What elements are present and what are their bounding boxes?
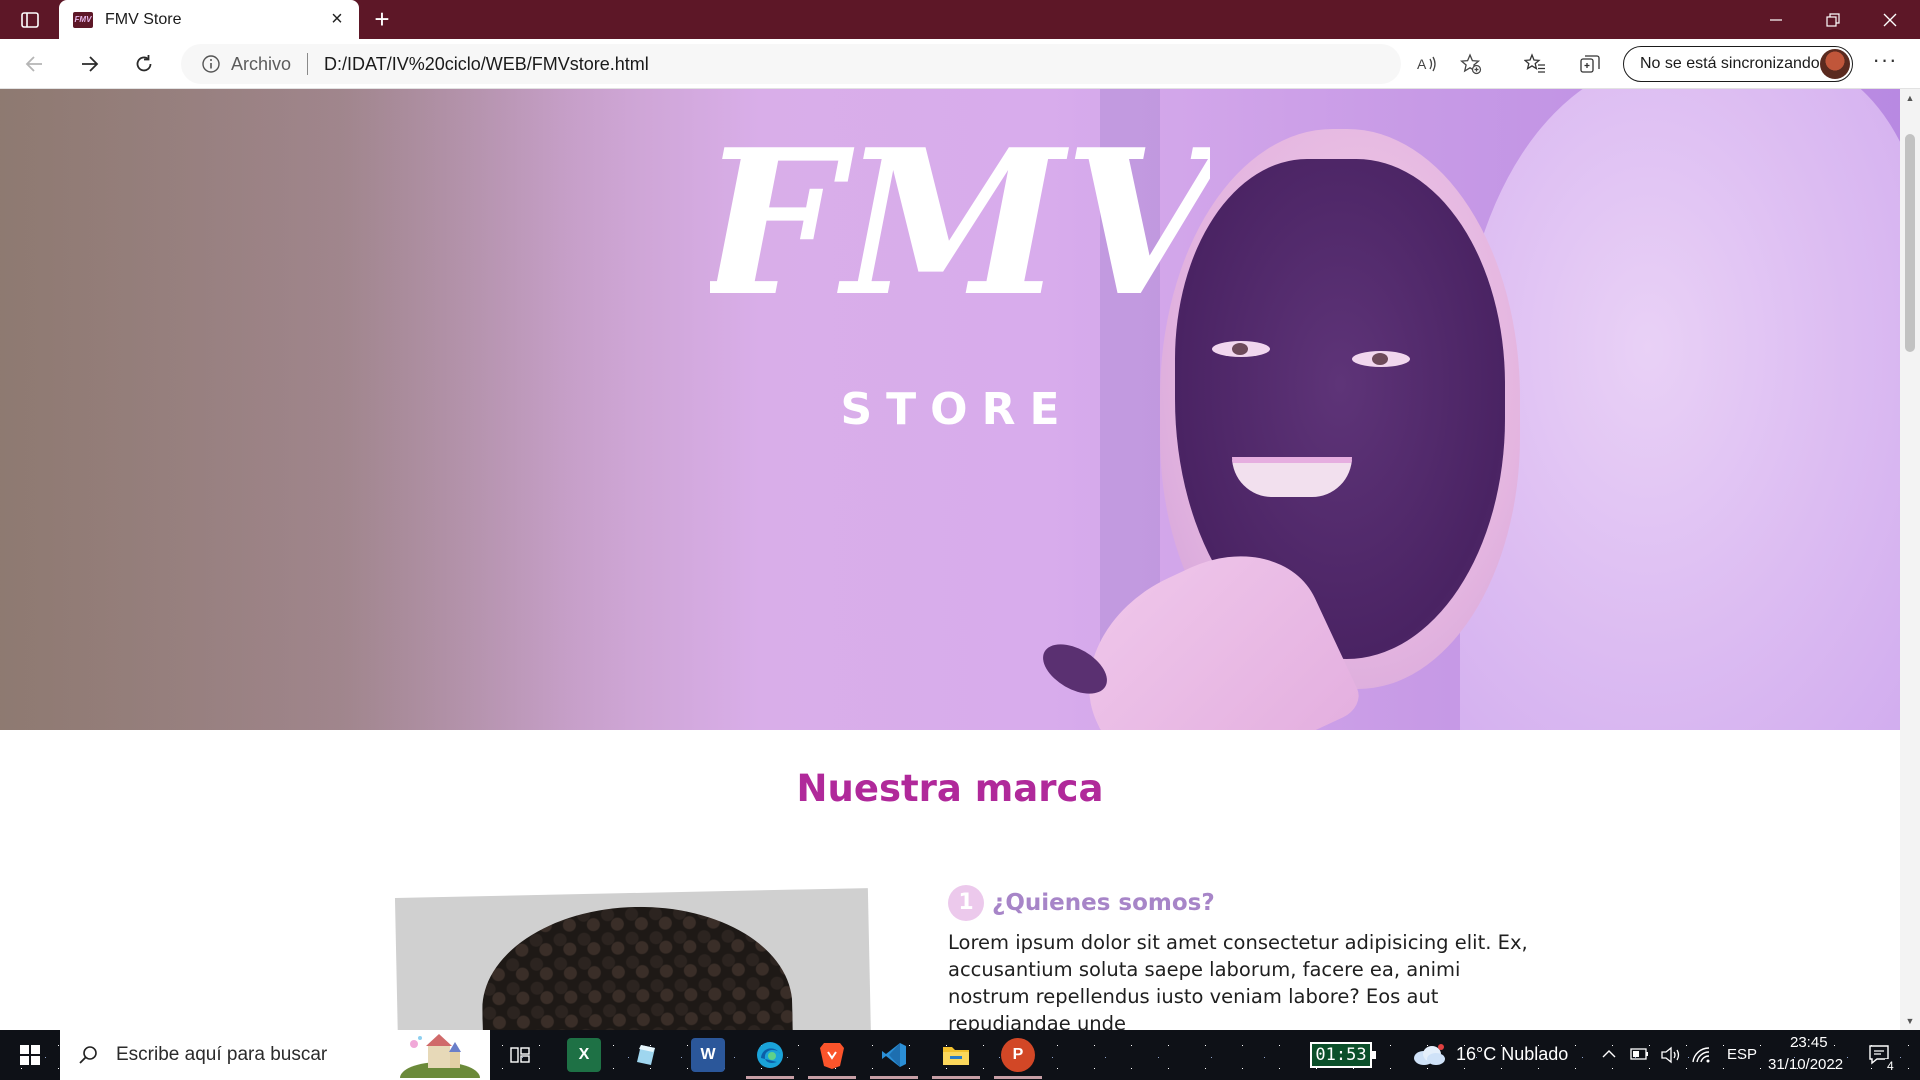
hero-eye-left	[1212, 341, 1270, 357]
volume-icon[interactable]	[1660, 1045, 1682, 1065]
browser-tab[interactable]: FMV FMV Store ×	[59, 0, 359, 39]
clock-time[interactable]: 23:45	[1790, 1034, 1828, 1051]
hero-banner: FMV STORE	[0, 89, 1900, 730]
more-options-icon[interactable]: ···	[1870, 49, 1900, 79]
back-button[interactable]	[18, 48, 52, 80]
restore-button[interactable]	[1805, 0, 1861, 39]
edge-icon[interactable]	[746, 1038, 794, 1079]
cloud-icon[interactable]	[1412, 1044, 1446, 1066]
address-url[interactable]: D:/IDAT/IV%20ciclo/WEB/FMVstore.html	[324, 54, 649, 75]
add-favorite-icon[interactable]	[1460, 53, 1482, 75]
browser-toolbar: Archivo D:/IDAT/IV%20ciclo/WEB/FMVstore.…	[0, 39, 1920, 89]
read-aloud-icon[interactable]: A	[1416, 53, 1438, 75]
forward-button[interactable]	[72, 48, 106, 80]
profile-sync-label: No se está sincronizando	[1640, 55, 1820, 72]
excel-icon[interactable]: X	[567, 1038, 601, 1072]
search-highlight-castle-icon	[400, 1034, 480, 1078]
browser-titlebar: FMV FMV Store × +	[0, 0, 1920, 39]
page-scrollbar[interactable]: ▲ ▼	[1900, 89, 1920, 1030]
close-window-button[interactable]	[1862, 0, 1918, 39]
search-icon	[79, 1046, 97, 1064]
step-heading: ¿Quienes somos?	[992, 890, 1215, 916]
powerpoint-icon[interactable]: P	[994, 1038, 1042, 1079]
chevron-up-icon[interactable]	[1601, 1047, 1617, 1061]
word-icon[interactable]: W	[691, 1038, 725, 1072]
about-photo-person	[480, 903, 795, 1030]
scroll-up-icon[interactable]: ▲	[1905, 93, 1915, 103]
step-number-badge: 1	[948, 885, 984, 921]
about-paragraph: Lorem ipsum dolor sit amet consectetur a…	[948, 931, 1528, 1030]
scrollbar-thumb[interactable]	[1905, 134, 1915, 352]
brave-icon[interactable]	[808, 1038, 856, 1079]
battery-timer[interactable]: 01:53	[1310, 1042, 1376, 1068]
favicon-icon: FMV	[73, 11, 93, 28]
svg-text:A: A	[1417, 56, 1427, 72]
start-button[interactable]	[0, 1030, 60, 1080]
task-view-icon[interactable]	[503, 1038, 537, 1072]
section-title: Nuestra marca	[796, 767, 1104, 810]
new-tab-button[interactable]: +	[368, 6, 396, 34]
clock-date[interactable]: 31/10/2022	[1768, 1056, 1843, 1073]
search-placeholder: Escribe aquí para buscar	[116, 1044, 328, 1065]
page-viewport: FMV STORE Nuestra marca 1 ¿Quienes somos…	[0, 89, 1900, 1030]
language-indicator[interactable]: ESP	[1727, 1046, 1757, 1063]
windows-taskbar: Escribe aquí para buscar X W P 01:53 16°…	[0, 1030, 1920, 1080]
hero-subtitle: STORE	[840, 384, 1074, 435]
about-step: 1 ¿Quienes somos?	[948, 885, 1215, 921]
close-tab-icon[interactable]: ×	[327, 8, 347, 30]
favorites-icon[interactable]	[1522, 51, 1548, 77]
minimize-button[interactable]	[1748, 0, 1804, 39]
notification-count: 4	[1885, 1059, 1896, 1073]
about-photo	[394, 888, 873, 1030]
tab-actions-icon[interactable]	[14, 8, 46, 32]
battery-icon[interactable]	[1630, 1046, 1650, 1062]
scroll-down-icon[interactable]: ▼	[1905, 1016, 1915, 1026]
tab-title: FMV Store	[105, 10, 182, 28]
logo-text: FMV	[710, 111, 1210, 311]
wifi-icon[interactable]	[1691, 1045, 1713, 1065]
address-scheme: Archivo	[231, 53, 292, 74]
windows-logo-icon	[20, 1045, 40, 1065]
collections-icon[interactable]	[1577, 51, 1603, 77]
paint-3d-icon[interactable]	[629, 1038, 663, 1072]
profile-button[interactable]: No se está sincronizando	[1623, 46, 1853, 82]
taskbar-search[interactable]: Escribe aquí para buscar	[60, 1030, 490, 1080]
info-icon[interactable]	[201, 54, 221, 74]
file-explorer-icon[interactable]	[932, 1038, 980, 1079]
refresh-button[interactable]	[127, 48, 161, 80]
address-separator	[307, 53, 309, 75]
vscode-icon[interactable]	[870, 1038, 918, 1079]
address-bar[interactable]: Archivo D:/IDAT/IV%20ciclo/WEB/FMVstore.…	[181, 44, 1482, 84]
avatar	[1820, 49, 1850, 79]
hero-eye-right	[1352, 351, 1410, 367]
weather-text[interactable]: 16°C Nublado	[1456, 1044, 1568, 1065]
fmv-logo: FMV	[710, 111, 1210, 311]
